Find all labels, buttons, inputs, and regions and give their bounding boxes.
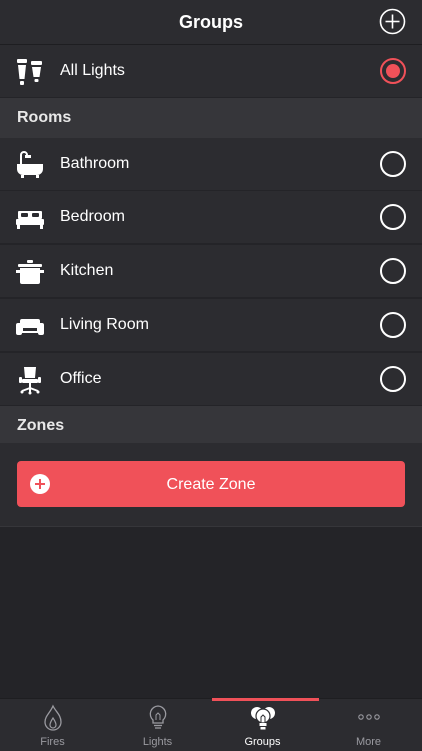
page-title: Groups <box>178 12 243 32</box>
all-lights-radio[interactable] <box>380 58 406 84</box>
tab-label: Groups <box>244 736 281 748</box>
bed-icon <box>16 211 44 229</box>
room-row-office[interactable]: Office <box>0 353 422 406</box>
room-label: Office <box>60 370 102 387</box>
office-chair-icon <box>19 367 41 395</box>
room-row-bathroom[interactable]: Bathroom <box>0 138 422 191</box>
room-radio-bedroom[interactable] <box>380 204 406 230</box>
room-label: Living Room <box>60 316 149 333</box>
room-label: Kitchen <box>60 262 114 279</box>
room-radio-kitchen[interactable] <box>380 258 406 284</box>
tab-lights[interactable]: Lights <box>105 699 210 751</box>
room-label: Bedroom <box>60 208 125 225</box>
zones-section-title: Zones <box>17 417 65 434</box>
room-row-living-room[interactable]: Living Room <box>0 299 422 352</box>
zones-container: Create Zone <box>0 443 422 527</box>
bulb-icon <box>149 705 167 729</box>
tab-groups[interactable]: Groups <box>210 698 319 751</box>
create-zone-label: Create Zone <box>166 476 256 493</box>
room-radio-bathroom[interactable] <box>380 151 406 177</box>
tab-label: Lights <box>142 736 173 748</box>
pot-icon <box>16 260 44 284</box>
create-zone-button[interactable]: Create Zone <box>17 461 405 507</box>
room-radio-office[interactable] <box>380 366 406 392</box>
flame-icon <box>44 704 62 731</box>
lights-icon <box>17 59 42 85</box>
tab-bar: Fires Lights Groups More <box>0 698 422 751</box>
room-row-kitchen[interactable]: Kitchen <box>0 245 422 298</box>
add-group-button[interactable] <box>379 8 406 35</box>
tab-fires[interactable]: Fires <box>0 699 105 751</box>
rooms-section-title: Rooms <box>17 109 72 126</box>
room-row-bedroom[interactable]: Bedroom <box>0 191 422 244</box>
zones-section-header: Zones <box>0 406 422 443</box>
tab-label: Fires <box>40 736 65 748</box>
all-lights-row[interactable]: All Lights <box>0 45 422 98</box>
bulbs-group-icon <box>251 707 275 730</box>
all-lights-label: All Lights <box>60 62 125 79</box>
more-dots-icon <box>358 714 380 720</box>
bathtub-icon <box>17 151 43 178</box>
room-radio-living-room[interactable] <box>380 312 406 338</box>
plus-circle-icon <box>379 8 406 35</box>
sofa-icon <box>16 319 44 335</box>
tab-label: More <box>355 736 382 748</box>
navigation-bar: Groups <box>0 0 422 45</box>
rooms-section-header: Rooms <box>0 98 422 138</box>
room-label: Bathroom <box>60 155 130 172</box>
tab-more[interactable]: More <box>316 699 421 751</box>
